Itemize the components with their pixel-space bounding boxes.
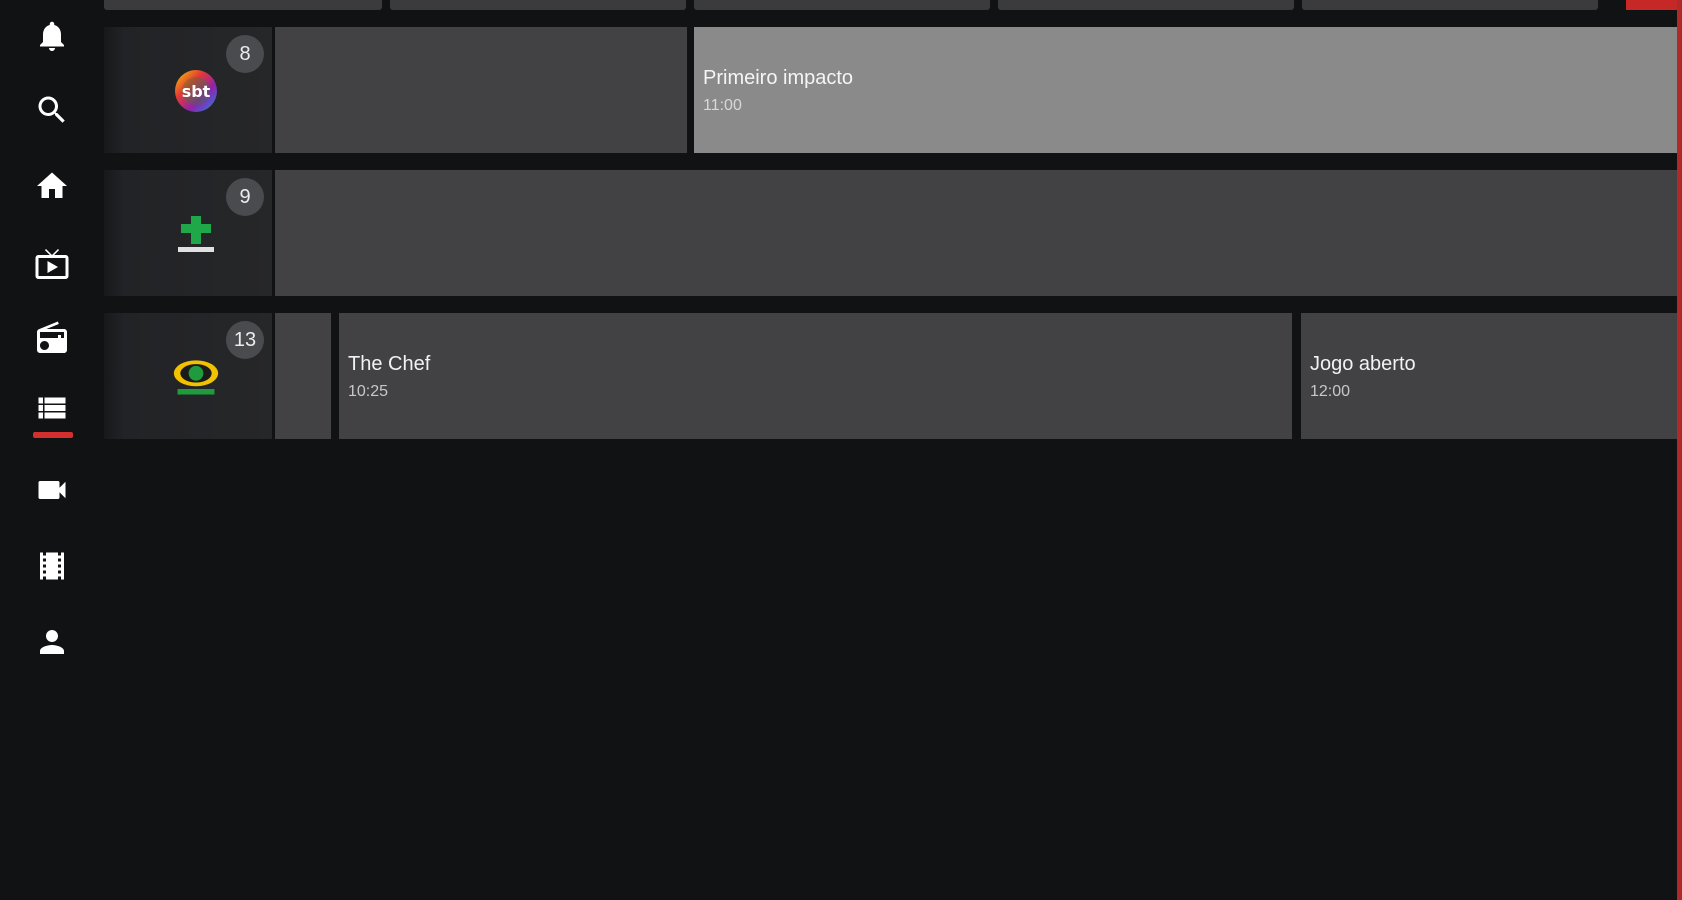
channel-cell[interactable]: 13	[92, 313, 272, 439]
sbt-logo: sbt	[172, 67, 220, 115]
program-cell[interactable]	[998, 0, 1294, 10]
sidebar-item-home[interactable]	[22, 160, 82, 212]
tv-guide-app: sbt 8 Primeiro impacto 11:00 9 13 The Ch…	[0, 0, 1682, 900]
sidebar-item-notifications[interactable]	[22, 10, 82, 62]
program-time: 11:00	[703, 97, 742, 114]
channel-cell[interactable]: sbt 8	[92, 27, 272, 153]
sidebar-item-live-tv[interactable]	[22, 238, 82, 290]
search-icon	[38, 96, 65, 123]
radio-icon	[37, 321, 67, 353]
program-cell[interactable]	[275, 313, 331, 439]
program-cell[interactable]: The Chef 10:25	[339, 313, 1292, 439]
svg-text:sbt: sbt	[182, 82, 211, 101]
movie-film-icon	[40, 552, 64, 580]
guide-list-icon	[38, 397, 66, 419]
channel-row: 13 The Chef 10:25 Jogo aberto 12:00	[92, 313, 1682, 439]
program-cell[interactable]	[694, 0, 990, 10]
sidebar-item-search[interactable]	[22, 84, 82, 136]
account-icon	[40, 630, 64, 654]
program-cell[interactable]: Jogo aberto 12:00	[1301, 313, 1682, 439]
program-time: 10:25	[348, 383, 389, 400]
band-logo	[172, 353, 220, 401]
channel-cell[interactable]: 9	[92, 170, 272, 296]
program-cell[interactable]	[275, 27, 687, 153]
program-title: The Chef	[348, 353, 431, 375]
channel-number-badge: 9	[226, 178, 264, 216]
current-time-marker	[1626, 0, 1682, 10]
now-line	[1677, 0, 1682, 900]
video-camera-icon	[38, 481, 66, 499]
program-cell-focused[interactable]: Primeiro impacto 11:00	[694, 27, 1682, 153]
live-tv-icon	[35, 249, 69, 279]
program-title: Primeiro impacto	[703, 67, 854, 89]
sidebar-item-radio[interactable]	[22, 312, 82, 364]
sidebar-nav	[0, 0, 104, 900]
program-cell[interactable]	[390, 0, 686, 10]
home-icon	[37, 172, 67, 198]
program-cell[interactable]	[1302, 0, 1598, 10]
program-cell[interactable]	[104, 0, 382, 10]
sidebar-item-movies[interactable]	[22, 540, 82, 592]
active-nav-indicator	[33, 432, 73, 438]
program-title: Jogo aberto	[1310, 353, 1416, 375]
channel-number-badge: 13	[226, 321, 264, 359]
bell-icon	[40, 21, 64, 51]
sidebar-item-guide[interactable]	[22, 382, 82, 434]
program-cell[interactable]	[275, 170, 1682, 296]
cultura-logo	[172, 210, 220, 258]
partial-top-row	[104, 0, 1682, 12]
program-time: 12:00	[1310, 383, 1351, 400]
sidebar-item-cameras[interactable]	[22, 464, 82, 516]
channel-number-badge: 8	[226, 35, 264, 73]
sidebar-item-profile[interactable]	[22, 616, 82, 668]
channel-row: 9	[92, 170, 1682, 296]
channel-row: sbt 8 Primeiro impacto 11:00	[92, 27, 1682, 153]
